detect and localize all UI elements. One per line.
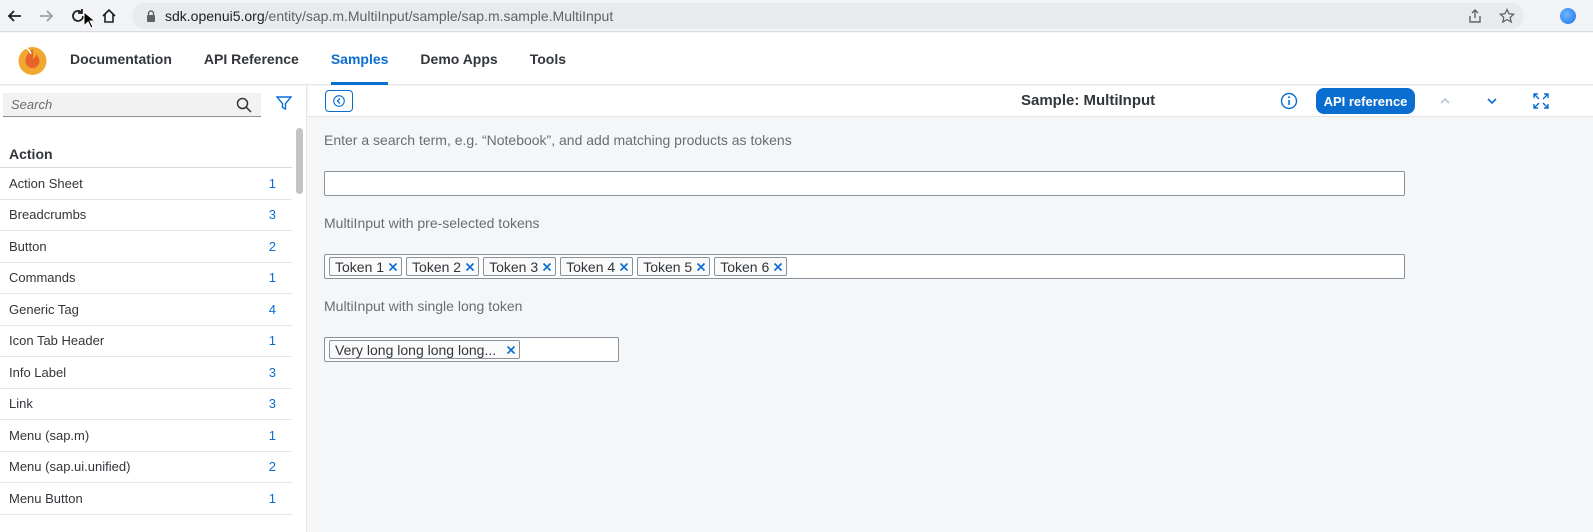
field-label: MultiInput with pre-selected tokens (324, 215, 540, 231)
openui5-logo-icon[interactable] (16, 43, 49, 76)
token-text: Token 6 (720, 258, 770, 275)
list-item-label: Menu (sap.m) (9, 427, 90, 443)
multi-input-field[interactable] (329, 173, 1404, 194)
mouse-cursor-icon (83, 11, 95, 29)
list-item-label: Menu Button (9, 490, 83, 506)
sample-toolbar: Sample: MultiInput API reference (308, 86, 1593, 117)
nav-samples[interactable]: Samples (315, 33, 405, 85)
lock-icon (147, 10, 155, 22)
extension-icon[interactable] (1560, 8, 1576, 24)
close-icon[interactable] (506, 345, 516, 355)
token-text: Token 2 (412, 258, 462, 275)
token-text: Token 1 (335, 258, 385, 275)
info-icon[interactable] (1280, 92, 1298, 110)
token-text: Token 5 (643, 258, 693, 275)
token[interactable]: Token 1 (329, 257, 403, 276)
token[interactable]: Token 4 (560, 257, 634, 276)
multi-input-preselected[interactable]: Token 1 Token 2 Token 3 Token 4 Token 5 … (324, 254, 1405, 279)
list-item[interactable]: Menu Button 1 (0, 483, 292, 515)
list-item[interactable]: Action Sheet 1 (0, 168, 292, 200)
search-icon[interactable] (236, 97, 252, 113)
list-item[interactable]: Menu (sap.ui.unified) 2 (0, 452, 292, 483)
sidebar-scrollbar[interactable] (296, 128, 303, 532)
list-item[interactable]: Menu (sap.m) 1 (0, 420, 292, 452)
token[interactable]: Token 6 (714, 257, 788, 276)
chevron-down-icon[interactable] (1485, 94, 1499, 108)
list-item[interactable]: Button 2 (0, 231, 292, 263)
list-item-count: 3 (268, 207, 276, 223)
group-header: Action (0, 128, 292, 168)
search-input[interactable] (3, 93, 231, 116)
list-item[interactable]: Generic Tag 4 (0, 294, 292, 326)
multi-input-long-token[interactable]: Very long long long long... (324, 337, 619, 362)
list-item-count: 1 (268, 175, 276, 191)
list-item-count: 1 (268, 427, 276, 443)
token[interactable]: Token 3 (483, 257, 557, 276)
url-text: sdk.openui5.org/entity/sap.m.MultiInput/… (165, 8, 614, 24)
token[interactable]: Token 5 (637, 257, 711, 276)
list-item-label: Icon Tab Header (9, 333, 105, 349)
close-icon[interactable] (696, 262, 706, 272)
nav-documentation[interactable]: Documentation (70, 33, 188, 85)
list-item-count: 4 (268, 301, 276, 317)
close-icon[interactable] (542, 262, 552, 272)
list-item-count: 1 (268, 490, 276, 506)
back-arrow-icon[interactable] (3, 4, 27, 28)
list-item-label: Link (9, 396, 33, 412)
close-icon[interactable] (619, 262, 629, 272)
token-text: Token 3 (489, 258, 539, 275)
list-item[interactable]: Info Label 3 (0, 357, 292, 389)
top-navigation: Documentation API Reference Samples Demo… (70, 33, 582, 85)
sample-sidebar: Action Action Sheet 1 Breadcrumbs 3 Button… (0, 86, 307, 532)
back-button[interactable] (325, 90, 353, 112)
list-item-count: 3 (268, 364, 276, 380)
address-bar[interactable]: sdk.openui5.org/entity/sap.m.MultiInput/… (132, 3, 1524, 29)
token-text: Very long long long long... (335, 341, 497, 358)
chevron-left-icon (333, 95, 345, 107)
filter-icon[interactable] (276, 95, 292, 111)
chevron-up-icon[interactable] (1438, 94, 1452, 108)
list-item-label: Generic Tag (9, 301, 79, 317)
forward-arrow-icon[interactable] (34, 4, 58, 28)
token[interactable]: Very long long long long... (329, 340, 521, 359)
nav-tools[interactable]: Tools (514, 33, 582, 85)
field-label: MultiInput with single long token (324, 298, 523, 314)
close-icon[interactable] (388, 262, 398, 272)
token-text: Token 4 (566, 258, 616, 275)
list-item-count: 1 (268, 270, 276, 286)
search-field (3, 93, 261, 117)
star-icon[interactable] (1496, 5, 1518, 27)
browser-toolbar: sdk.openui5.org/entity/sap.m.MultiInput/… (0, 0, 1593, 32)
api-reference-button[interactable]: API reference (1316, 88, 1415, 114)
home-icon[interactable] (97, 4, 121, 28)
list-item[interactable]: Commands 1 (0, 263, 292, 294)
close-icon[interactable] (773, 262, 783, 272)
token[interactable]: Token 2 (406, 257, 480, 276)
list-item-label: Button (9, 238, 47, 254)
share-icon[interactable] (1464, 5, 1486, 27)
list-item-label: Commands (9, 270, 76, 286)
list-item-label: Action Sheet (9, 175, 83, 191)
multi-input-search[interactable] (324, 171, 1405, 196)
close-icon[interactable] (465, 262, 475, 272)
field-label: Enter a search term, e.g. “Notebook”, an… (324, 132, 792, 148)
list-item[interactable]: Breadcrumbs 3 (0, 200, 292, 231)
nav-demo-apps[interactable]: Demo Apps (404, 33, 513, 85)
list-item[interactable]: Icon Tab Header 1 (0, 326, 292, 357)
list-item-label: Menu (sap.ui.unified) (9, 459, 131, 475)
list-item-label: Info Label (9, 364, 67, 380)
list-item-count: 3 (268, 396, 276, 412)
page-title: Sample: MultiInput (1021, 92, 1156, 109)
app-header: Documentation API Reference Samples Demo… (0, 33, 1593, 85)
list-item-count: 1 (268, 333, 276, 349)
list-item-count: 2 (268, 459, 276, 475)
list-item-label: Breadcrumbs (9, 207, 87, 223)
scroll-thumb[interactable] (296, 128, 303, 194)
fullscreen-icon[interactable] (1532, 92, 1550, 110)
sample-list: Action Action Sheet 1 Breadcrumbs 3 Button… (0, 128, 292, 515)
nav-api-reference[interactable]: API Reference (188, 33, 315, 85)
list-item-count: 2 (268, 238, 276, 254)
list-item[interactable]: Link 3 (0, 389, 292, 420)
